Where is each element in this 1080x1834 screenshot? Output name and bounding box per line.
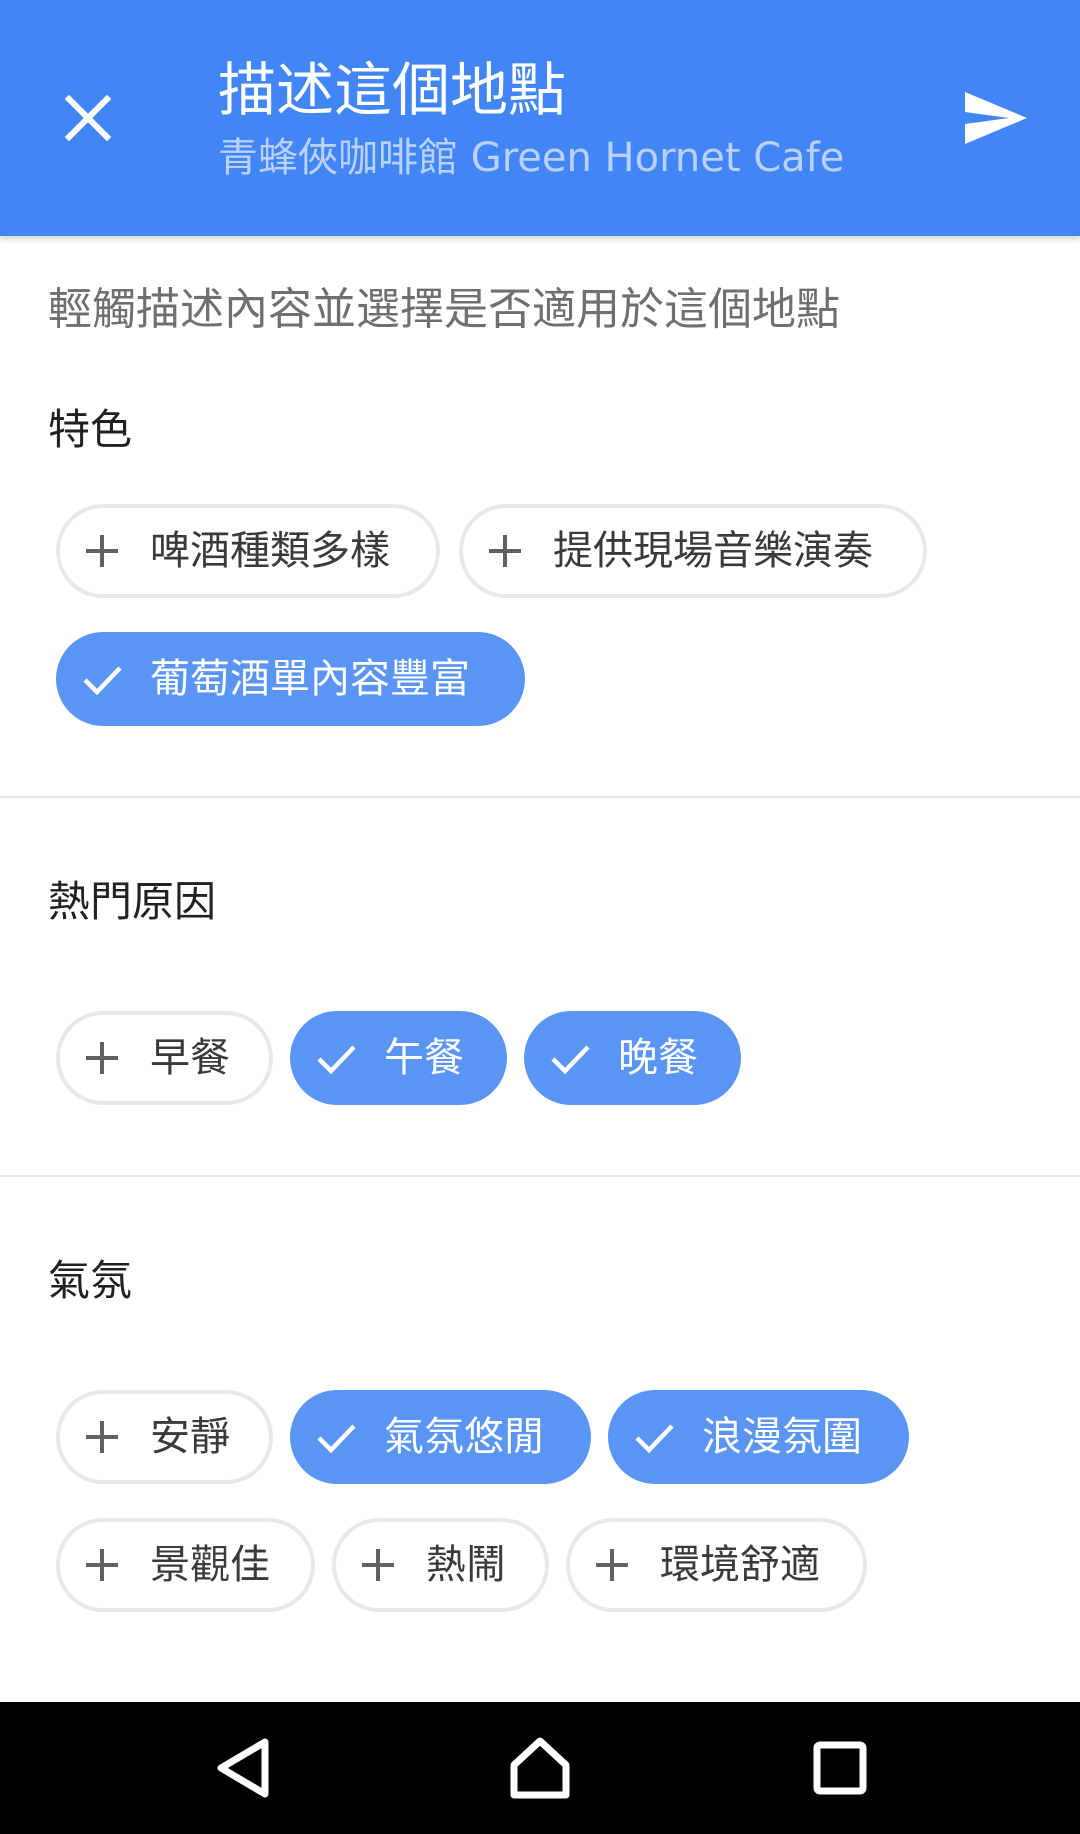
plus-icon xyxy=(86,535,118,567)
nav-recents-button[interactable] xyxy=(800,1728,880,1808)
home-icon xyxy=(510,1737,570,1799)
section-title-features: 特色 xyxy=(48,405,133,454)
plus-icon xyxy=(489,535,521,567)
chip-label: 安靜 xyxy=(150,1414,230,1460)
check-icon xyxy=(317,1045,356,1075)
chip-label: 葡萄酒單內容豐富 xyxy=(150,656,470,702)
page-title: 描述這個地點 xyxy=(218,56,567,124)
chip-label: 早餐 xyxy=(150,1035,230,1081)
back-triangle-icon xyxy=(217,1738,269,1798)
chip-live-music[interactable]: 提供現場音樂演奏 xyxy=(459,504,927,598)
chip-lively[interactable]: 熱鬧 xyxy=(332,1518,549,1612)
plus-icon xyxy=(86,1042,118,1074)
system-navigation-bar xyxy=(0,1702,1080,1834)
check-icon xyxy=(635,1424,674,1454)
chip-label: 啤酒種類多樣 xyxy=(150,528,390,574)
chip-label: 浪漫氛圍 xyxy=(702,1414,862,1460)
check-icon xyxy=(317,1424,356,1454)
recents-square-icon xyxy=(813,1741,867,1795)
section-title-atmosphere: 氣氛 xyxy=(48,1256,133,1305)
plus-icon xyxy=(596,1549,628,1581)
chip-dinner[interactable]: 晚餐 xyxy=(524,1011,741,1105)
send-icon xyxy=(965,92,1027,144)
chip-romantic[interactable]: 浪漫氛圍 xyxy=(608,1390,909,1484)
chip-casual[interactable]: 氣氛悠閒 xyxy=(290,1390,591,1484)
close-icon xyxy=(65,95,111,141)
chip-beer-variety[interactable]: 啤酒種類多樣 xyxy=(56,504,440,598)
chip-label: 晚餐 xyxy=(618,1035,698,1081)
chip-quiet[interactable]: 安靜 xyxy=(56,1390,273,1484)
check-icon xyxy=(551,1045,590,1075)
nav-home-button[interactable] xyxy=(500,1728,580,1808)
plus-icon xyxy=(362,1549,394,1581)
chip-label: 提供現場音樂演奏 xyxy=(553,528,873,574)
chip-breakfast[interactable]: 早餐 xyxy=(56,1011,273,1105)
chip-great-view[interactable]: 景觀佳 xyxy=(56,1518,315,1612)
chip-label: 午餐 xyxy=(384,1035,464,1081)
section-divider xyxy=(0,796,1080,798)
app-bar: 描述這個地點 青蜂俠咖啡館 Green Hornet Cafe xyxy=(0,0,1080,236)
place-name: 青蜂俠咖啡館 Green Hornet Cafe xyxy=(218,135,845,181)
instruction-text: 輕觸描述內容並選擇是否適用於這個地點 xyxy=(48,284,840,335)
send-button[interactable] xyxy=(954,80,1038,156)
section-divider xyxy=(0,1175,1080,1177)
plus-icon xyxy=(86,1549,118,1581)
chip-cozy[interactable]: 環境舒適 xyxy=(566,1518,867,1612)
chip-wine-list[interactable]: 葡萄酒單內容豐富 xyxy=(56,632,525,726)
chip-label: 景觀佳 xyxy=(150,1542,270,1588)
check-icon xyxy=(83,666,122,696)
plus-icon xyxy=(86,1421,118,1453)
section-title-popular-for: 熱門原因 xyxy=(48,877,217,926)
nav-back-button[interactable] xyxy=(203,1728,283,1808)
close-button[interactable] xyxy=(52,82,124,154)
chip-label: 環境舒適 xyxy=(660,1542,820,1588)
chip-lunch[interactable]: 午餐 xyxy=(290,1011,507,1105)
chip-label: 熱鬧 xyxy=(426,1542,506,1588)
chip-label: 氣氛悠閒 xyxy=(384,1414,544,1460)
